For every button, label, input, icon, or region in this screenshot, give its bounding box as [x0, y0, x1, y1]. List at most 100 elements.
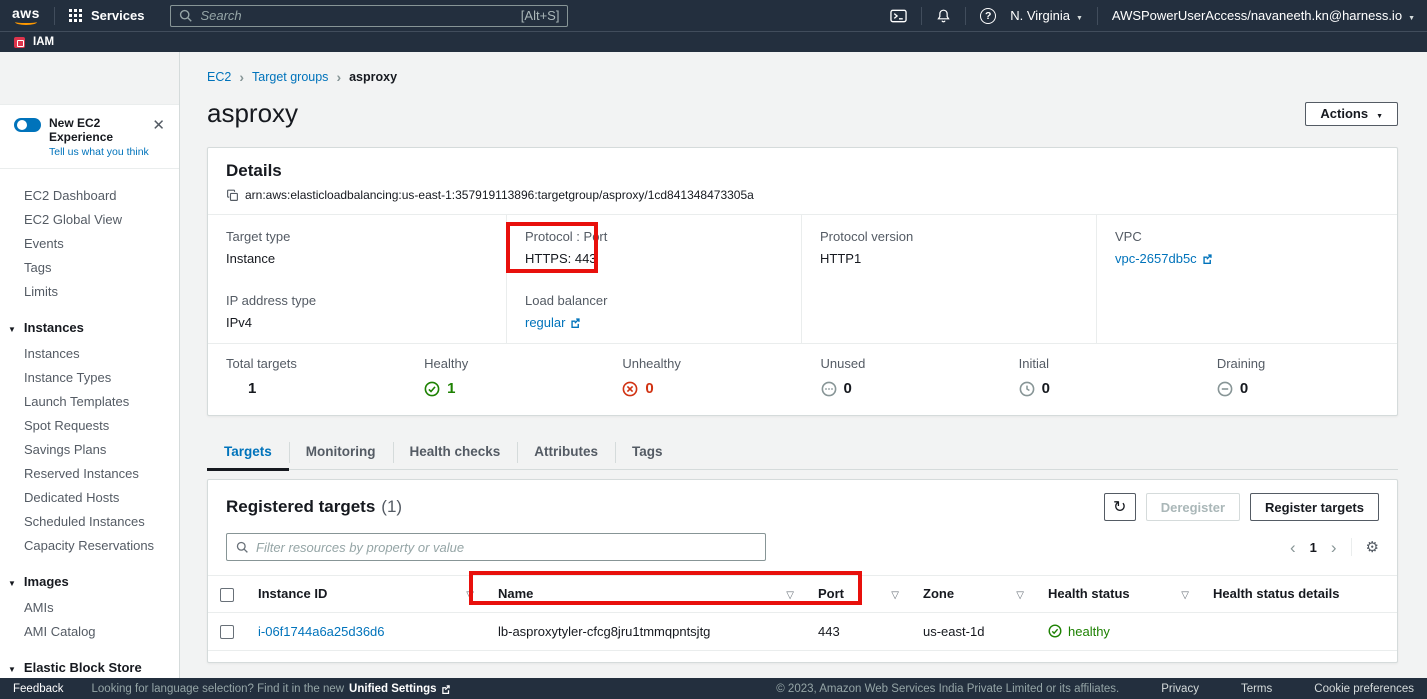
draining-minus-circle-icon [1217, 381, 1233, 397]
aws-console-page: aws Services [Alt+S] [0, 0, 1427, 699]
aws-logo[interactable]: aws [12, 7, 40, 25]
sidebar-item-capacity-reservations[interactable]: Capacity Reservations [0, 533, 179, 557]
sidebar-section-instances[interactable]: Instances [0, 316, 179, 339]
new-experience-toggle[interactable] [14, 118, 41, 132]
sidebar-item-reserved-instances[interactable]: Reserved Instances [0, 461, 179, 485]
target-health-summary: Total targets 1 Healthy 1 Unhealthy [208, 343, 1397, 415]
new-experience-label: New EC2 Experience [49, 116, 150, 144]
services-grid-icon [69, 9, 82, 22]
copyright-text: © 2023, Amazon Web Services India Privat… [776, 683, 1119, 695]
sidebar-item-events[interactable]: Events [0, 231, 179, 255]
tab-health-checks[interactable]: Health checks [393, 432, 518, 471]
refresh-button[interactable] [1104, 493, 1136, 521]
sidebar-item-instances[interactable]: Instances [0, 341, 179, 365]
feedback-button[interactable]: Feedback [13, 683, 64, 695]
actions-button[interactable]: Actions [1305, 102, 1398, 126]
sidebar-item-instance-types[interactable]: Instance Types [0, 365, 179, 389]
refresh-icon [1113, 497, 1126, 517]
details-heading: Details [226, 161, 1379, 181]
favorite-iam-link[interactable]: IAM [33, 36, 54, 48]
filter-sort-icon[interactable] [786, 586, 794, 601]
notifications-bell-icon[interactable] [936, 8, 951, 24]
region-selector[interactable]: N. Virginia [1010, 8, 1083, 23]
pagination-prev-icon[interactable] [1290, 539, 1296, 556]
registered-targets-table: Instance ID Name Port Zone Healt [208, 575, 1397, 651]
pagination-divider [1351, 538, 1352, 556]
filter-sort-icon[interactable] [891, 586, 899, 601]
breadcrumb-ec2[interactable]: EC2 [207, 70, 231, 84]
sidebar-item-spot-requests[interactable]: Spot Requests [0, 413, 179, 437]
sidebar-group-general: EC2 Dashboard EC2 Global View Events Tag… [0, 183, 179, 303]
tell-us-link[interactable]: Tell us what you think [49, 146, 150, 158]
sidebar-item-ami-catalog[interactable]: AMI Catalog [0, 619, 179, 643]
filter-input[interactable] [256, 540, 756, 555]
close-icon[interactable] [150, 116, 167, 135]
sidebar-section-images[interactable]: Images [0, 570, 179, 593]
filter-sort-icon[interactable] [1016, 586, 1024, 601]
chevron-down-icon [1076, 8, 1083, 23]
sidebar-item-ec2-dashboard[interactable]: EC2 Dashboard [0, 183, 179, 207]
topnav-divider [921, 7, 922, 25]
detail-tabs: Targets Monitoring Health checks Attribu… [207, 432, 1398, 470]
global-search[interactable]: [Alt+S] [170, 5, 568, 27]
terms-link[interactable]: Terms [1241, 683, 1272, 695]
breadcrumb-target-groups[interactable]: Target groups [252, 70, 328, 84]
help-icon[interactable] [980, 8, 996, 24]
sidebar-item-dedicated-hosts[interactable]: Dedicated Hosts [0, 485, 179, 509]
deregister-button[interactable]: Deregister [1146, 493, 1240, 521]
filter-sort-icon[interactable] [1181, 586, 1189, 601]
sidebar-section-elastic-block-store[interactable]: Elastic Block Store [0, 656, 179, 678]
sidebar-item-launch-templates[interactable]: Launch Templates [0, 389, 179, 413]
field-empty [801, 279, 1096, 343]
section-caret-icon [8, 320, 16, 335]
vpc-link[interactable]: vpc-2657db5c [1115, 251, 1213, 266]
tab-monitoring[interactable]: Monitoring [289, 432, 393, 471]
privacy-link[interactable]: Privacy [1161, 683, 1199, 695]
stat-unhealthy: Unhealthy 0 [604, 344, 802, 415]
main-content: EC2 Target groups asproxy asproxy Action… [180, 52, 1427, 678]
external-link-icon [441, 684, 451, 694]
sidebar-item-savings-plans[interactable]: Savings Plans [0, 437, 179, 461]
cloudshell-icon[interactable] [890, 9, 907, 23]
stat-draining: Draining 0 [1199, 344, 1397, 415]
iam-service-icon [14, 37, 25, 48]
target-port: 443 [818, 624, 840, 639]
cookie-preferences-link[interactable]: Cookie preferences [1314, 683, 1414, 695]
instance-id-link[interactable]: i-06f1744a6a25d36d6 [258, 624, 385, 639]
tab-targets[interactable]: Targets [207, 432, 289, 471]
table-settings-gear-icon[interactable] [1366, 538, 1379, 556]
register-targets-button[interactable]: Register targets [1250, 493, 1379, 521]
sidebar-item-limits[interactable]: Limits [0, 279, 179, 303]
unified-settings-link[interactable]: Unified Settings [349, 683, 451, 695]
filter-box[interactable] [226, 533, 766, 561]
tab-tags[interactable]: Tags [615, 432, 680, 471]
sidebar-item-amis[interactable]: AMIs [0, 595, 179, 619]
select-all-checkbox[interactable] [220, 588, 234, 602]
services-menu-button[interactable]: Services [55, 0, 159, 31]
breadcrumb-separator-icon [336, 69, 341, 85]
healthy-check-circle-icon [1048, 624, 1062, 638]
stat-healthy: Healthy 1 [406, 344, 604, 415]
tab-attributes[interactable]: Attributes [517, 432, 615, 471]
sidebar-item-scheduled-instances[interactable]: Scheduled Instances [0, 509, 179, 533]
health-status-value: healthy [1068, 624, 1110, 639]
copy-arn-button[interactable] [226, 189, 239, 202]
column-health-status: Health status [1048, 586, 1130, 601]
sidebar-group-instances: Instances Instances Instance Types Launc… [0, 316, 179, 557]
search-input[interactable] [200, 8, 513, 23]
pagination-page-1[interactable]: 1 [1310, 540, 1317, 555]
services-label: Services [91, 8, 145, 23]
pagination-next-icon[interactable] [1331, 539, 1337, 556]
load-balancer-link[interactable]: regular [525, 315, 581, 330]
target-name: lb-asproxytyler-cfcg8jru1tmmqpntsjtg [498, 624, 710, 639]
filter-sort-icon[interactable] [466, 586, 474, 601]
search-shortcut-hint: [Alt+S] [521, 8, 560, 23]
account-menu[interactable]: AWSPowerUserAccess/navaneeth.kn@harness.… [1112, 8, 1415, 23]
section-caret-icon [8, 574, 16, 589]
field-load-balancer: Load balancer regular [506, 279, 801, 343]
sidebar-item-ec2-global-view[interactable]: EC2 Global View [0, 207, 179, 231]
chevron-down-icon [1376, 106, 1383, 121]
row-checkbox[interactable] [220, 625, 234, 639]
sidebar-item-tags[interactable]: Tags [0, 255, 179, 279]
column-name: Name [498, 586, 533, 601]
